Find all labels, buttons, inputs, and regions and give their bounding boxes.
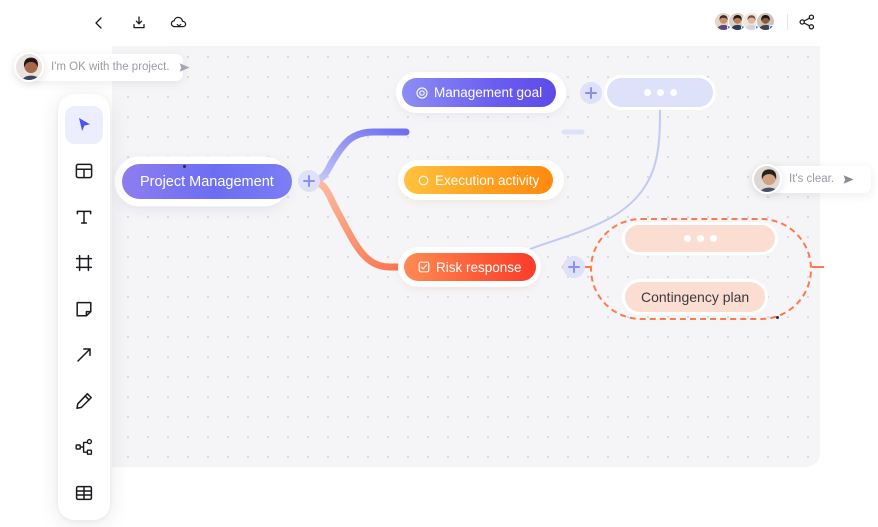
tool-frame[interactable]	[65, 244, 103, 282]
app-root: Project Management Management goal Execu…	[0, 0, 878, 527]
chat-bubble-left[interactable]: I'm OK with the project.	[14, 52, 190, 82]
avatar[interactable]	[752, 164, 782, 194]
mindmap-node-risk-response[interactable]: Risk response	[404, 253, 536, 281]
tool-select[interactable]	[65, 106, 103, 144]
top-bar	[0, 0, 878, 46]
toolbar-divider	[787, 13, 788, 30]
send-icon[interactable]	[842, 173, 855, 186]
chat-input-box[interactable]: I'm OK with the project.	[31, 53, 190, 81]
node-label: Contingency plan	[641, 289, 750, 305]
back-icon[interactable]	[88, 12, 110, 34]
ellipsis-dot	[643, 89, 651, 96]
tool-table[interactable]	[65, 474, 103, 512]
node-label: Execution activity	[435, 172, 540, 188]
collaborator-avatars[interactable]	[714, 12, 775, 31]
tool-palette	[58, 94, 110, 520]
avatar[interactable]	[756, 12, 775, 31]
selection-connector-right	[812, 266, 824, 268]
add-risk-child-button[interactable]	[563, 256, 585, 278]
tool-sticky-note[interactable]	[65, 290, 103, 328]
chat-input-box[interactable]: It's clear.	[769, 165, 871, 193]
chat-message-text: I'm OK with the project.	[51, 61, 170, 73]
mindmap-node-contingency-plan[interactable]: Contingency plan	[625, 282, 766, 312]
tool-text[interactable]	[65, 198, 103, 236]
ellipsis-dot	[656, 89, 664, 96]
add-goal-child-button[interactable]	[580, 82, 602, 104]
download-icon[interactable]	[128, 12, 150, 34]
mindmap-node-execution-activity[interactable]: Execution activity	[404, 166, 554, 194]
mindmap-placeholder-red[interactable]	[625, 225, 775, 252]
ellipsis-dot	[683, 235, 691, 242]
node-label: Risk response	[436, 259, 522, 275]
ellipsis-dot	[669, 89, 677, 96]
status-dot	[769, 25, 774, 30]
ellipsis-dot	[709, 235, 717, 242]
node-label: Project Management	[140, 173, 274, 190]
tool-arrow[interactable]	[65, 336, 103, 374]
ellipsis-dot	[696, 235, 704, 242]
mindmap-node-management-goal[interactable]: Management goal	[402, 78, 557, 107]
chat-message-text: It's clear.	[789, 173, 835, 185]
target-icon	[416, 86, 428, 99]
checklist-icon	[418, 261, 430, 273]
canvas-marker-dot	[776, 316, 779, 319]
add-root-child-button[interactable]	[298, 170, 320, 192]
mindmap-node-root[interactable]: Project Management	[122, 164, 292, 199]
node-label: Management goal	[434, 85, 543, 100]
tool-template[interactable]	[65, 152, 103, 190]
send-icon[interactable]	[178, 61, 191, 74]
chat-bubble-right[interactable]: It's clear.	[752, 164, 871, 194]
circle-icon	[418, 175, 429, 186]
avatar[interactable]	[14, 52, 44, 82]
tool-mindmap[interactable]	[65, 428, 103, 466]
cloud-sync-icon[interactable]	[168, 12, 190, 34]
share-icon[interactable]	[798, 13, 816, 31]
canvas-marker-dot	[183, 165, 186, 168]
tool-pen[interactable]	[65, 382, 103, 420]
mindmap-placeholder-blue[interactable]	[607, 78, 713, 107]
